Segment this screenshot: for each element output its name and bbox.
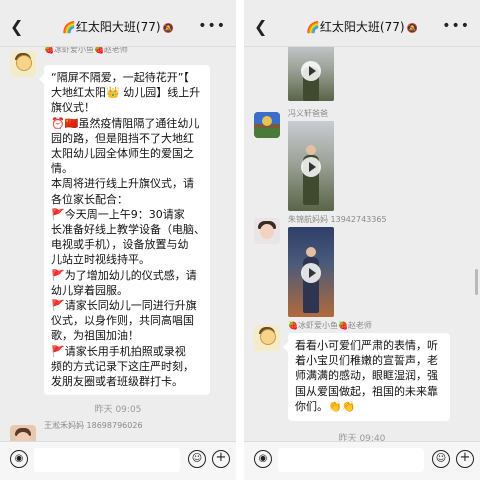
chat-screen-left: ❮ 🌈红太阳大班(77) 🔕 ••• 🍓冰虾爱小鱼🍓赵老师 “隔屏不隔爱，一起待花… [0, 0, 236, 480]
message-line: 歌，为祖国加油！ [51, 329, 139, 343]
chat-header: ❮ 🌈红太阳大班(77) 🔕 ••• [244, 8, 480, 47]
message-line: ⏰🇨🇳虽然疫情阻隔了通往幼儿 [51, 116, 200, 130]
rainbow-icon: 🌈 [62, 21, 76, 34]
message-line: 情。 [51, 162, 73, 176]
voice-icon[interactable]: ◉ [254, 450, 272, 468]
rainbow-icon: 🌈 [306, 21, 320, 34]
message-line: 仪式，以身作则，共同高唱国 [51, 314, 194, 328]
mute-icon: 🔕 [162, 24, 174, 34]
message-line: 你们。👏👏 [295, 399, 356, 413]
mute-icon: 🔕 [406, 24, 418, 34]
sender-name: 🍓冰虾爱小鱼🍓赵老师 [44, 47, 128, 54]
avatar[interactable] [10, 425, 36, 441]
message-list[interactable]: 🍓冰虾爱小鱼🍓赵老师 “隔屏不隔爱，一起待花开”【 大地红太阳👑 幼儿园】线上升… [0, 47, 236, 441]
message-list[interactable]: 冯义轩爸爸 朱锦航妈妈 13942743365 🍓冰虾爱小鱼🍓赵老师 看看小可爱… [244, 47, 480, 441]
avatar[interactable] [10, 51, 36, 77]
play-icon[interactable] [301, 263, 321, 283]
input-bar: ◉ ☺ + [244, 441, 480, 480]
message-line: 着小宝贝们稚嫩的宣誓声，老 [295, 354, 438, 368]
more-options-icon[interactable]: ••• [198, 16, 226, 36]
more-options-icon[interactable]: ••• [442, 16, 470, 36]
message-line: 🚩为了增加幼儿的仪式感，请 [51, 268, 197, 282]
message-line: 🚩请家长同幼儿一同进行升旗 [51, 299, 197, 313]
emoji-icon[interactable]: ☺ [188, 450, 206, 468]
input-bar: ◉ ☺ + [0, 441, 236, 480]
message-line: 看看小可爱们严肃的表情，听 [295, 339, 438, 352]
chat-header: ❮ 🌈红太阳大班(77) 🔕 ••• [0, 8, 236, 47]
play-icon[interactable] [301, 61, 321, 81]
sender-name: 🍓冰虾爱小鱼🍓赵老师 [288, 321, 372, 330]
plus-icon[interactable]: + [456, 450, 474, 468]
message-input[interactable] [34, 448, 180, 472]
message-line: 各位家长配合： [51, 192, 128, 206]
message-line: 太阳幼儿园全体师生的爱国之 [51, 147, 194, 161]
message-line: 师满满的感动，眼眶湿润，强 [295, 369, 438, 383]
scrollbar-thumb[interactable] [475, 269, 478, 295]
avatar[interactable] [254, 112, 280, 138]
message-line: 发朋友圈或者班级群打卡。 [51, 375, 183, 389]
chat-screen-right: ❮ 🌈红太阳大班(77) 🔕 ••• 冯义轩爸爸 朱锦航妈妈 139427433… [244, 0, 480, 480]
chat-title-text: 红太阳大班(77) [319, 20, 405, 34]
video-message[interactable] [288, 47, 334, 101]
avatar[interactable] [254, 325, 280, 351]
chat-title-text: 红太阳大班(77) [75, 20, 161, 34]
play-icon[interactable] [301, 157, 321, 177]
message-line: 🚩今天周一上午9：30请家 [51, 207, 185, 221]
sender-name: 朱锦航妈妈 13942743365 [288, 215, 387, 224]
plus-icon[interactable]: + [212, 450, 230, 468]
message-input[interactable] [278, 448, 424, 472]
sender-name: 王淞禾妈妈 18698796026 [44, 421, 143, 430]
timestamp: 昨天 09:40 [338, 434, 386, 441]
message-line: 大地红太阳👑 幼儿园】线上升 [51, 86, 201, 100]
status-bar [244, 0, 480, 8]
message-line: 国从爱国做起，祖国的未来靠 [295, 384, 438, 398]
message-bubble[interactable]: “隔屏不隔爱，一起待花开”【 大地红太阳👑 幼儿园】线上升 旗仪式！ ⏰🇨🇳虽然… [39, 65, 210, 395]
status-bar [0, 0, 236, 8]
video-message[interactable] [288, 227, 334, 317]
message-line: 🚩请家长用手机拍照或录视 [51, 344, 186, 358]
message-bubble[interactable]: 看看小可爱们严肃的表情，听 着小宝贝们稚嫩的宣誓声，老 师满满的感动，眼眶湿润，… [283, 333, 450, 421]
avatar[interactable] [254, 218, 280, 244]
message-line: 电视或手机），设备放置与幼 [51, 238, 189, 252]
emoji-icon[interactable]: ☺ [432, 450, 450, 468]
message-line: 频的方式记录下这庄严时刻， [51, 359, 194, 373]
voice-icon[interactable]: ◉ [10, 450, 28, 468]
message-line: 长准备好线上教学设备（电脑、 [51, 223, 205, 237]
message-line: “隔屏不隔爱，一起待花开”【 [51, 71, 189, 84]
timestamp: 昨天 09:05 [94, 405, 142, 415]
message-line: 幼儿穿着园服。 [51, 283, 128, 297]
sender-name: 冯义轩爸爸 [288, 109, 328, 118]
message-line: 本周将进行线上升旗仪式，请 [51, 177, 194, 191]
message-line: 旗仪式！ [51, 101, 95, 115]
message-line: 园的路，但是阻挡不了大地红 [51, 131, 194, 145]
video-message[interactable] [288, 121, 334, 211]
message-line: 儿站立时视线持平。 [51, 253, 150, 267]
